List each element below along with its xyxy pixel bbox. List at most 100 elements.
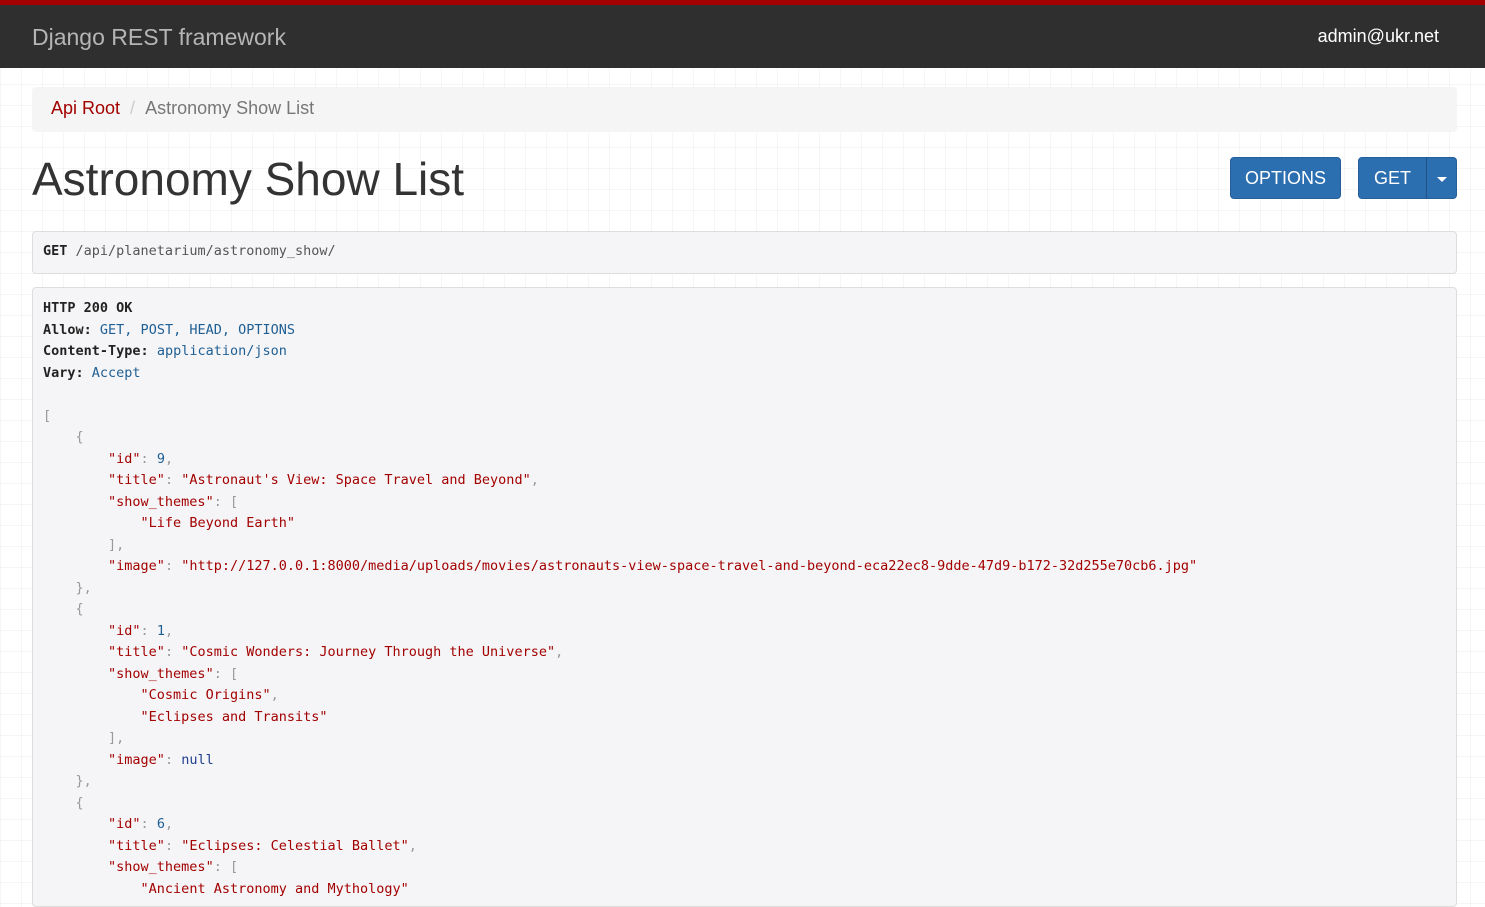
- json-line: ],: [43, 728, 1446, 750]
- response-header-value: GET, POST, HEAD, OPTIONS: [99, 321, 295, 338]
- json-null: null: [181, 751, 214, 768]
- json-line: {: [43, 599, 1446, 621]
- json-bracket: [: [43, 407, 52, 424]
- response-status-line: HTTP 200 OK: [43, 298, 1446, 320]
- brand-link[interactable]: Django REST framework: [32, 24, 286, 51]
- breadcrumb: Api Root / Astronomy Show List: [32, 87, 1457, 132]
- json-punctuation: ,: [555, 644, 564, 660]
- response-header-line: Content-Type: application/json: [43, 341, 1446, 363]
- json-line: "show_themes": [: [43, 492, 1446, 514]
- json-string: "Astronaut's View: Space Travel and Beyo…: [181, 472, 531, 488]
- json-punctuation: ,: [164, 816, 174, 832]
- json-brace: {: [75, 429, 84, 445]
- json-line: ],: [43, 535, 1446, 557]
- navbar: Django REST framework admin@ukr.net: [0, 0, 1485, 68]
- json-key: "title": [108, 644, 165, 660]
- json-line: [: [43, 406, 1446, 428]
- json-line: "title": "Astronaut's View: Space Travel…: [43, 470, 1446, 492]
- json-punctuation: ],: [108, 730, 125, 746]
- response-header-name: Vary:: [43, 364, 84, 381]
- request-info: GET /api/planetarium/astronomy_show/: [32, 231, 1457, 274]
- request-path: /api/planetarium/astronomy_show/: [75, 243, 336, 259]
- user-menu[interactable]: admin@ukr.net: [1318, 26, 1439, 47]
- json-key: "id": [108, 450, 141, 467]
- response-header-value: application/json: [156, 343, 287, 359]
- json-number: 1: [156, 622, 165, 639]
- json-punctuation: :: [140, 622, 157, 639]
- json-brace: {: [75, 601, 84, 617]
- caret-down-icon: [1436, 176, 1447, 182]
- json-line: "show_themes": [: [43, 857, 1446, 879]
- response-header-name: Allow:: [43, 321, 92, 338]
- json-string: "Cosmic Origins": [140, 687, 271, 703]
- json-punctuation: :: [140, 450, 157, 467]
- json-line: "Eclipses and Transits": [43, 707, 1446, 729]
- response-header-name: Content-Type:: [43, 343, 149, 359]
- json-line: "title": "Cosmic Wonders: Journey Throug…: [43, 642, 1446, 664]
- json-key: "image": [108, 751, 165, 768]
- breadcrumb-api-root-link[interactable]: Api Root: [51, 98, 120, 118]
- json-key: "image": [108, 558, 165, 574]
- json-line: {: [43, 427, 1446, 449]
- json-punctuation: :: [164, 472, 182, 488]
- json-line: "Cosmic Origins",: [43, 685, 1446, 707]
- json-line: {: [43, 793, 1446, 815]
- json-string: "Life Beyond Earth": [140, 515, 295, 531]
- json-brace: {: [75, 794, 84, 811]
- response-header-line: Allow: GET, POST, HEAD, OPTIONS: [43, 320, 1446, 342]
- json-string: "Eclipses and Transits": [140, 708, 328, 725]
- json-line: "Life Beyond Earth": [43, 513, 1446, 535]
- breadcrumb-separator: /: [130, 98, 136, 118]
- response-header-line: Vary: Accept: [43, 363, 1446, 385]
- json-punctuation: :: [164, 644, 182, 660]
- json-punctuation: :: [164, 751, 182, 768]
- json-key: "show_themes": [108, 665, 214, 682]
- request-method: GET: [43, 243, 68, 259]
- json-punctuation: :: [140, 816, 157, 832]
- json-key: "id": [108, 816, 141, 832]
- json-punctuation: : [: [213, 665, 239, 682]
- json-line: "id": 6,: [43, 814, 1446, 836]
- json-punctuation: ],: [108, 536, 125, 553]
- json-number: 6: [156, 816, 165, 832]
- json-punctuation: : [: [213, 859, 239, 875]
- json-line: "image": null: [43, 750, 1446, 772]
- page-title: Astronomy Show List: [32, 153, 465, 205]
- get-button[interactable]: GET: [1358, 157, 1427, 199]
- json-line: "Ancient Astronomy and Mythology": [43, 879, 1446, 901]
- json-brace: },: [75, 579, 92, 596]
- json-punctuation: ,: [164, 450, 174, 467]
- breadcrumb-current: Astronomy Show List: [145, 98, 315, 118]
- response-status: HTTP 200 OK: [43, 300, 133, 316]
- json-key: "show_themes": [108, 493, 214, 510]
- json-punctuation: ,: [270, 687, 279, 703]
- get-format-dropdown-toggle[interactable]: [1426, 157, 1457, 199]
- json-punctuation: ,: [164, 622, 174, 639]
- json-key: "show_themes": [108, 859, 214, 875]
- json-line: "id": 1,: [43, 621, 1446, 643]
- json-key: "title": [108, 472, 165, 488]
- json-line: "title": "Eclipses: Celestial Ballet",: [43, 836, 1446, 858]
- json-line: },: [43, 578, 1446, 600]
- json-string: "Eclipses: Celestial Ballet": [181, 837, 409, 854]
- json-brace: },: [75, 773, 92, 789]
- json-punctuation: :: [164, 837, 182, 854]
- json-line: },: [43, 771, 1446, 793]
- json-number: 9: [156, 450, 165, 467]
- json-string: "Ancient Astronomy and Mythology": [140, 880, 409, 897]
- response-header-value: Accept: [91, 364, 141, 381]
- json-punctuation: ,: [408, 837, 417, 854]
- json-line: "id": 9,: [43, 449, 1446, 471]
- response-info: HTTP 200 OK Allow: GET, POST, HEAD, OPTIO…: [32, 287, 1457, 907]
- options-button[interactable]: OPTIONS: [1230, 157, 1341, 199]
- json-string: "http://127.0.0.1:8000/media/uploads/mov…: [181, 558, 1198, 574]
- json-punctuation: ,: [530, 472, 539, 488]
- json-string: "Cosmic Wonders: Journey Through the Uni…: [181, 644, 556, 660]
- json-key: "title": [108, 837, 165, 854]
- json-punctuation: :: [164, 558, 182, 574]
- json-key: "id": [108, 622, 141, 639]
- json-line: "show_themes": [: [43, 664, 1446, 686]
- json-punctuation: : [: [213, 493, 239, 510]
- json-line: "image": "http://127.0.0.1:8000/media/up…: [43, 556, 1446, 578]
